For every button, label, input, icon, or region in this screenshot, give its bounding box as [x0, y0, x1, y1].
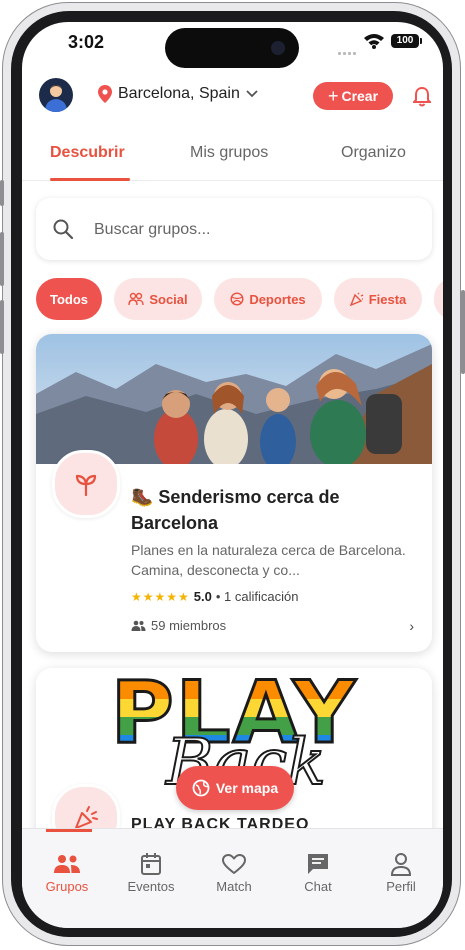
globe-icon — [192, 779, 210, 797]
battery-indicator: 100 — [391, 34, 422, 48]
active-tab-indicator — [50, 178, 130, 181]
search-input[interactable] — [92, 214, 416, 246]
nav-label: Perfil — [386, 879, 416, 894]
avatar[interactable] — [39, 78, 73, 112]
nav-active-indicator — [46, 829, 92, 832]
volume-up-button — [0, 232, 4, 286]
location-selector[interactable]: Barcelona, Spain — [98, 85, 258, 103]
nav-perfil[interactable]: Perfil — [366, 849, 436, 894]
people-icon — [128, 292, 145, 306]
chip-label: Social — [149, 291, 188, 307]
volume-down-button — [0, 300, 4, 354]
heart-icon — [222, 854, 246, 874]
location-pin-icon — [98, 85, 112, 103]
map-button[interactable]: Ver mapa — [176, 766, 294, 810]
map-button-label: Ver mapa — [215, 780, 279, 796]
plus-icon: + — [327, 86, 339, 106]
nav-match[interactable]: Match — [199, 849, 269, 894]
chat-icon — [308, 854, 328, 874]
create-button[interactable]: + Crear — [313, 82, 393, 110]
category-chips: Todos Social Deportes Fiesta — [22, 278, 443, 320]
person-icon — [390, 853, 412, 876]
chip-todos[interactable]: Todos — [36, 278, 102, 320]
calendar-icon — [141, 853, 161, 875]
dynamic-island — [165, 28, 299, 68]
tab-mis-grupos[interactable]: Mis grupos — [190, 144, 268, 162]
group-cover-image — [36, 334, 432, 464]
chip-deportes[interactable]: Deportes — [214, 278, 322, 320]
nav-grupos[interactable]: Grupos — [32, 849, 102, 894]
search-icon — [53, 219, 74, 240]
wifi-icon — [364, 34, 384, 49]
tab-bar: Descubrir Mis grupos Organizo — [22, 130, 443, 181]
nav-label: Match — [216, 879, 252, 894]
signal-icon — [338, 42, 358, 60]
rating-value: 5.0 — [193, 589, 212, 604]
chip-social[interactable]: Social — [114, 278, 202, 320]
nav-eventos[interactable]: Eventos — [116, 849, 186, 894]
app-screen: 3:02 100 Barcelona, Spain + Crear Descub… — [22, 22, 443, 928]
group-description: Planes en la naturaleza cerca de Barcelo… — [131, 542, 406, 578]
status-bar: 3:02 100 — [22, 22, 443, 70]
party-icon — [349, 292, 363, 306]
star-rating-icon: ★★★★★ — [131, 589, 190, 604]
create-button-label: Crear — [341, 88, 379, 104]
status-time: 3:02 — [68, 32, 105, 52]
nav-label: Grupos — [45, 879, 89, 894]
nav-label: Chat — [304, 879, 332, 894]
tab-descubrir[interactable]: Descubrir — [50, 144, 125, 162]
rating-text: • 1 calificación — [215, 589, 299, 604]
chip-label: Todos — [49, 291, 89, 307]
members-count: 59 miembros — [151, 618, 227, 633]
power-button — [461, 290, 465, 374]
top-bar: Barcelona, Spain + Crear — [22, 74, 443, 118]
group-card[interactable]: 🥾 Senderismo cerca de Barcelona Planes e… — [36, 334, 432, 652]
group-rating: ★★★★★ 5.0 • 1 calificación — [131, 589, 298, 604]
group-title: 🥾 Senderismo cerca de Barcelona — [131, 487, 340, 533]
bottom-nav: Grupos Eventos Match Chat Perfil — [22, 828, 443, 928]
chevron-right-icon: › — [409, 618, 414, 634]
members-icon — [131, 620, 146, 631]
search-box — [36, 198, 432, 260]
sprout-icon — [52, 450, 120, 518]
ball-icon — [230, 292, 244, 306]
groups-icon — [54, 855, 80, 873]
chip-more[interactable] — [434, 278, 443, 320]
group-members: 59 miembros — [131, 618, 226, 633]
nav-chat[interactable]: Chat — [283, 849, 353, 894]
bell-icon[interactable] — [413, 87, 431, 107]
location-label: Barcelona, Spain — [118, 85, 240, 102]
mute-switch — [0, 180, 4, 206]
tab-organizo[interactable]: Organizo — [341, 144, 406, 162]
chip-label: Deportes — [249, 291, 306, 307]
chip-fiesta[interactable]: Fiesta — [334, 278, 422, 320]
chevron-down-icon — [246, 90, 258, 98]
chip-label: Fiesta — [368, 291, 407, 307]
nav-label: Eventos — [127, 879, 175, 894]
